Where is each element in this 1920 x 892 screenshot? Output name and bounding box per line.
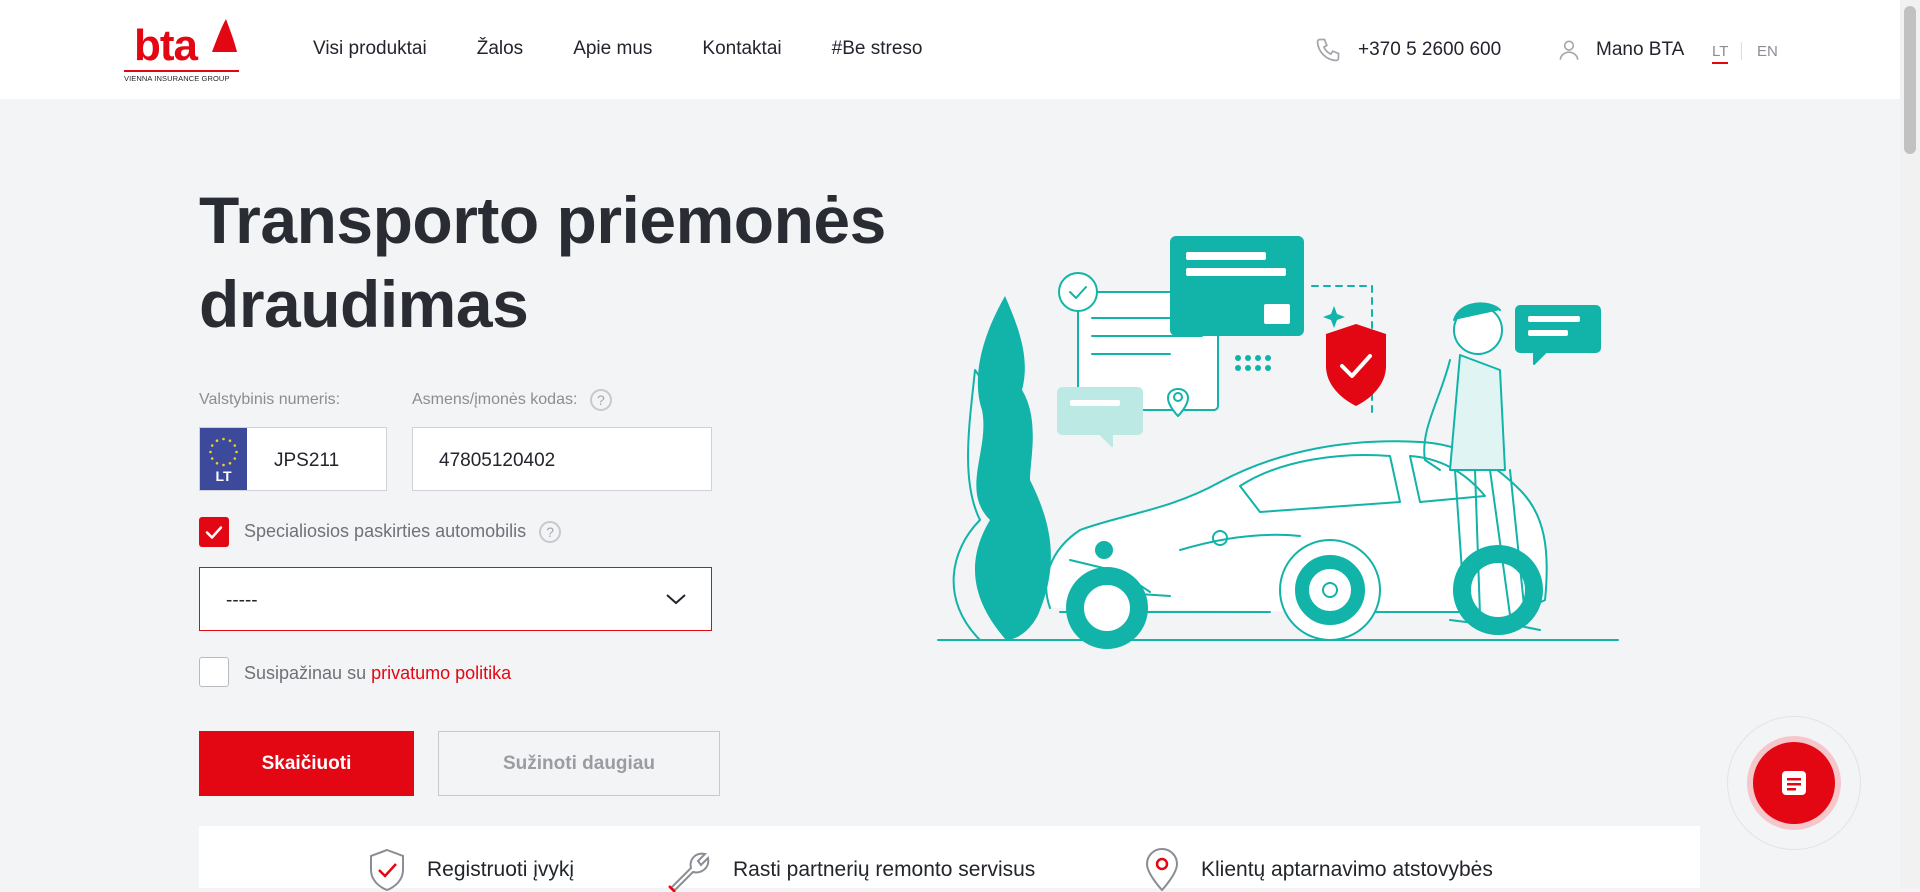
scrollbar-thumb[interactable] [1904,6,1916,154]
car-insurance-illustration [937,236,1619,649]
learn-more-button[interactable]: Sužinoti daugiau [438,731,720,796]
quick-link-label: Rasti partnerių remonto servisus [733,858,1036,881]
personal-code-field[interactable]: 47805120402 [412,427,712,491]
eu-plate-badge: LT [200,428,247,490]
page-scrollbar[interactable] [1900,0,1920,888]
purpose-select-value: ----- [226,590,258,611]
quick-link-repair-partners[interactable]: Rasti partnerių remonto servisus [665,848,1035,892]
special-purpose-help-icon[interactable]: ? [539,521,562,544]
quick-link-customer-offices[interactable]: Klientų aptarnavimo atstovybės [1143,848,1493,892]
privacy-checkbox[interactable] [199,657,229,687]
privacy-policy-link[interactable]: privatumo politika [371,663,511,683]
phone-link[interactable]: +370 5 2600 600 [1314,36,1501,64]
plate-number-field[interactable]: LT JPS211 [199,427,387,491]
page-title-line-2: draudimas [199,267,529,341]
quick-link-register-claim[interactable]: Registruoti įvykį [367,848,574,892]
logo-wordmark: bta [134,21,198,70]
page-title-line-1: Transporto priemonės [199,183,886,257]
bta-logo[interactable]: bta VIENNA INSURANCE GROUP [124,16,239,86]
quick-link-label: Registruoti įvykį [427,858,575,881]
chat-icon [1782,771,1806,795]
chat-button[interactable] [1753,742,1835,824]
wrench-icon [668,852,710,892]
nav-about[interactable]: Apie mus [573,38,652,60]
privacy-prefix: Susipažinau su [244,663,367,683]
checkmark-icon [205,526,223,539]
purpose-select[interactable]: ----- [199,567,712,631]
privacy-label: Susipažinau su privatumo politika [244,663,511,684]
shield-check-icon [370,848,404,892]
site-header: bta VIENNA INSURANCE GROUP Visi produkta… [0,0,1900,99]
id-help-icon[interactable]: ? [589,389,612,411]
language-divider [1741,42,1742,60]
nav-be-streso[interactable]: #Be streso [832,38,923,60]
logo-sail-icon [212,19,237,52]
quick-links-bar: Registruoti įvykį Rasti partnerių remont… [199,826,1700,892]
account-label: Mano BTA [1596,39,1685,60]
phone-number: +370 5 2600 600 [1358,39,1502,60]
chevron-down-icon [666,594,686,605]
nav-claims[interactable]: Žalos [477,38,523,60]
logo-subtitle: VIENNA INSURANCE GROUP [124,74,230,83]
plate-label: Valstybinis numeris: [199,391,341,408]
special-purpose-checkbox[interactable] [199,517,229,547]
nav-all-products[interactable]: Visi produktai [313,38,427,60]
id-label-wrap: Asmens/įmonės kodas: ? [412,389,612,411]
id-label: Asmens/įmonės kodas: [412,391,578,409]
special-purpose-label: Specialiosios paskirties automobilis [244,521,527,541]
language-en[interactable]: EN [1757,43,1778,60]
account-link[interactable]: Mano BTA [1556,37,1684,63]
nav-contacts[interactable]: Kontaktai [702,38,781,60]
phone-icon [1316,38,1340,62]
language-lt[interactable]: LT [1712,43,1729,64]
main-nav: Visi produktai Žalos Apie mus Kontaktai … [313,38,972,60]
special-purpose-label-wrap: Specialiosios paskirties automobilis ? [244,521,562,544]
page-title: Transporto priemonės draudimas [199,178,959,346]
map-pin-icon [1145,848,1179,892]
calculate-button[interactable]: Skaičiuoti [199,731,414,796]
quick-link-label: Klientų aptarnavimo atstovybės [1201,858,1493,881]
user-icon [1559,40,1579,60]
plate-country-code: LT [215,468,232,484]
plate-number-value: JPS211 [274,450,340,471]
eu-stars-icon [209,437,238,467]
personal-code-value: 47805120402 [439,450,556,471]
logo-underline [124,70,239,72]
